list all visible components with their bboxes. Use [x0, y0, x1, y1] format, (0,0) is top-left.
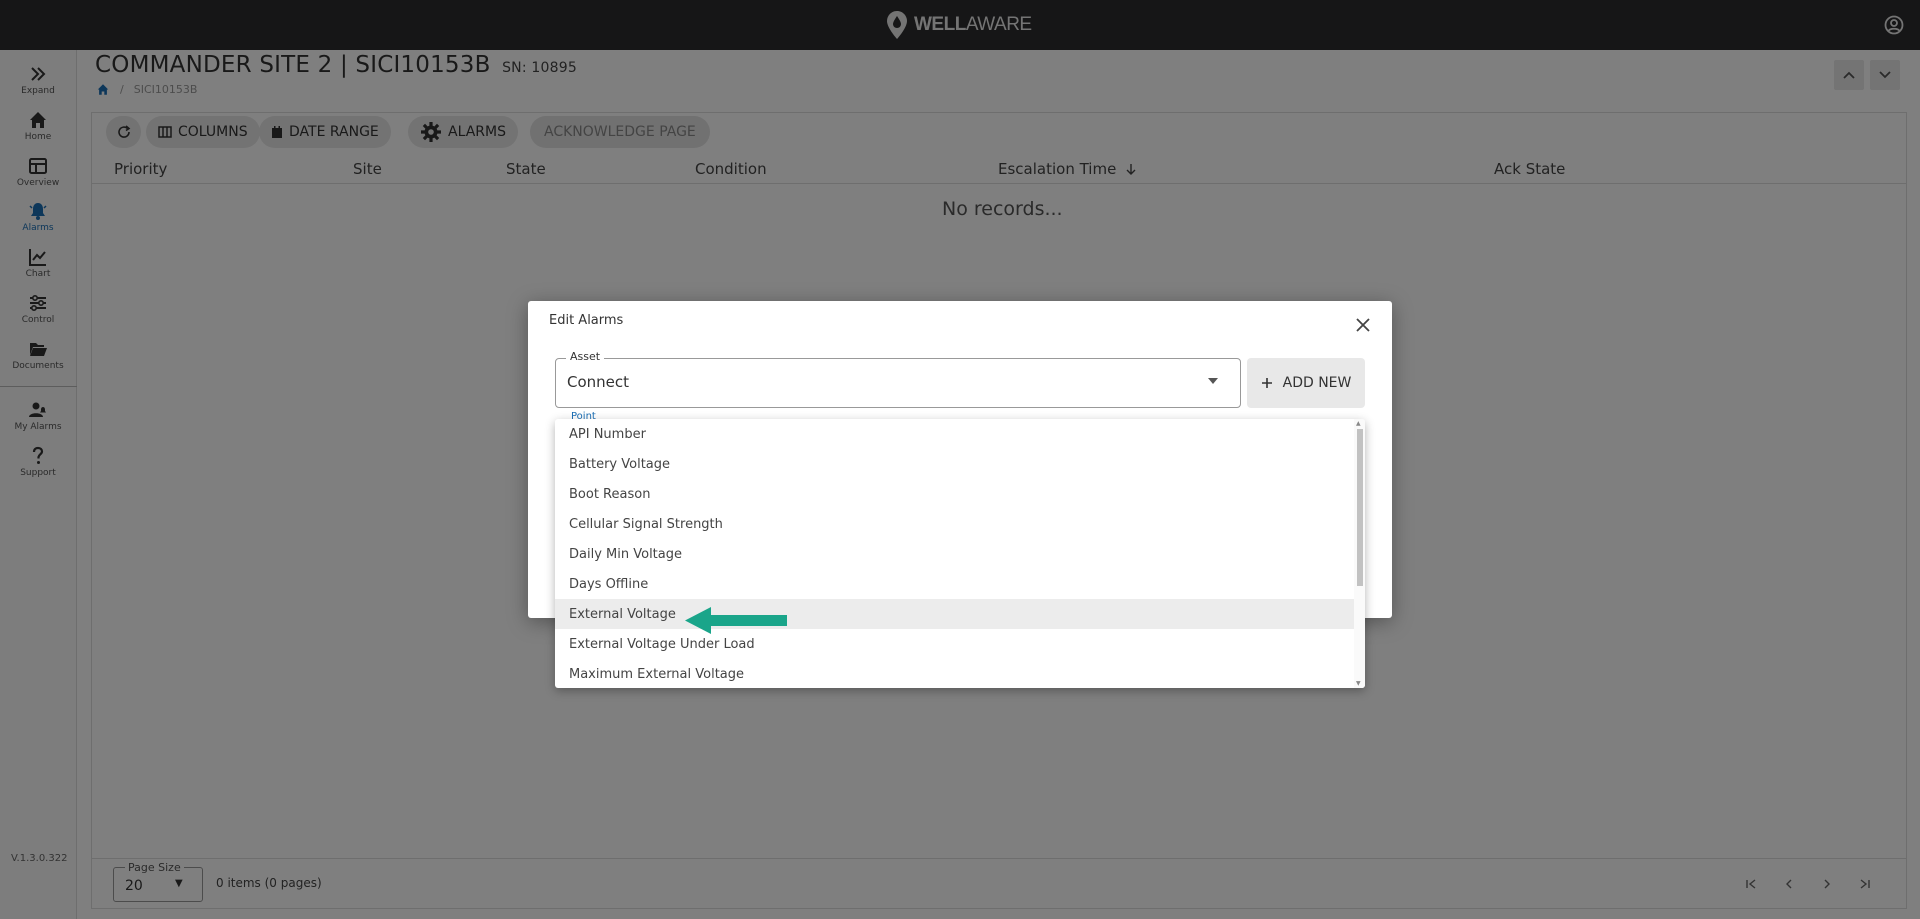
add-new-button[interactable]: ADD NEW: [1247, 358, 1365, 408]
annotation-arrow-icon: [685, 607, 787, 634]
point-dropdown-menu: API Number Battery Voltage Boot Reason C…: [555, 419, 1365, 688]
asset-label: Asset: [566, 350, 605, 363]
caret-down-icon: [1208, 378, 1218, 384]
menu-item-external-voltage-under-load[interactable]: External Voltage Under Load: [555, 629, 1354, 659]
menu-item-daily-min-voltage[interactable]: Daily Min Voltage: [555, 539, 1354, 569]
menu-item-maximum-external-voltage[interactable]: Maximum External Voltage: [555, 659, 1354, 688]
menu-item-api-number[interactable]: API Number: [555, 419, 1354, 449]
plus-icon: [1261, 378, 1272, 388]
close-icon[interactable]: [1354, 316, 1372, 334]
dropdown-scroll-thumb[interactable]: [1357, 429, 1363, 586]
menu-item-cellular-signal-strength[interactable]: Cellular Signal Strength: [555, 509, 1354, 539]
menu-item-days-offline[interactable]: Days Offline: [555, 569, 1354, 599]
scroll-down-icon[interactable]: ▼: [1356, 680, 1361, 687]
dialog-title: Edit Alarms: [549, 313, 624, 328]
menu-item-boot-reason[interactable]: Boot Reason: [555, 479, 1354, 509]
asset-value: Connect: [567, 373, 630, 391]
menu-item-battery-voltage[interactable]: Battery Voltage: [555, 449, 1354, 479]
asset-select[interactable]: [555, 358, 1241, 408]
add-new-label: ADD NEW: [1282, 375, 1352, 391]
scroll-up-icon[interactable]: ▲: [1356, 420, 1361, 427]
menu-item-external-voltage[interactable]: External Voltage: [555, 599, 1354, 629]
